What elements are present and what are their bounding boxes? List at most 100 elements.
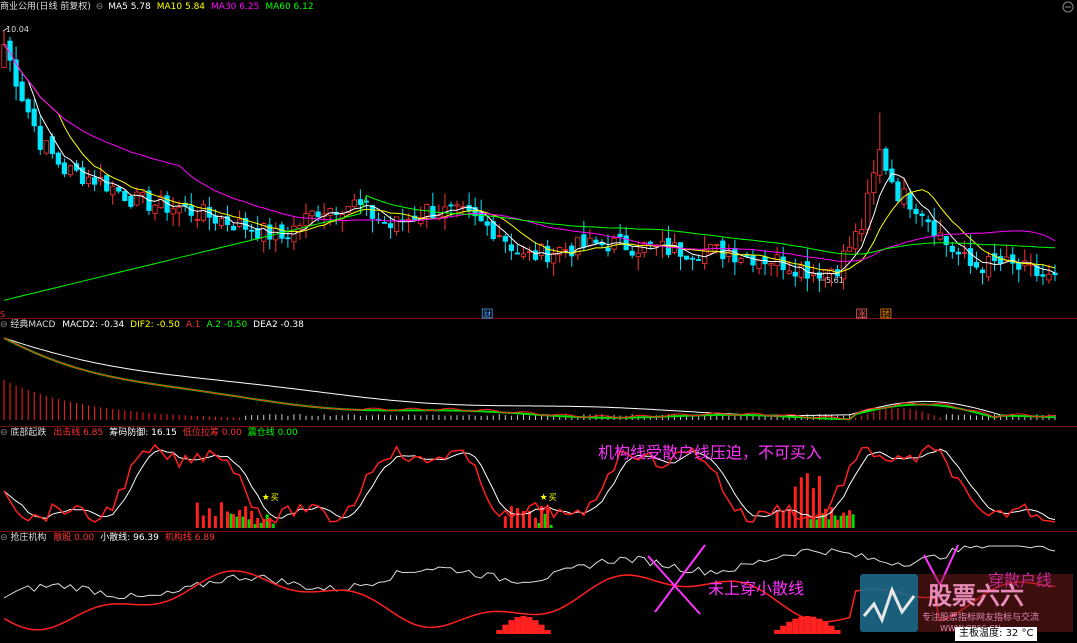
candle-body: [140, 192, 146, 196]
bottom-red-bar: [244, 506, 248, 528]
watermark-slogan: 专注股票指标网友指标与交流: [922, 611, 1039, 623]
candle-body: [949, 245, 955, 252]
candle-body: [309, 210, 315, 217]
chip-red-bar: [828, 625, 835, 634]
candle-body: [744, 254, 750, 257]
candle-body: [563, 249, 569, 251]
bottom-red-bar: [805, 473, 809, 528]
candle-body: [67, 165, 74, 176]
candle-body: [689, 257, 696, 260]
candle-body: [514, 252, 521, 255]
candle-body: [194, 218, 200, 221]
candle-body: [448, 204, 454, 207]
candle-body: [907, 192, 913, 210]
candle-body: [387, 223, 394, 229]
candle-body: [285, 237, 291, 240]
candle-body: [152, 204, 158, 214]
candle-body: [122, 190, 128, 202]
marker-label: 转: [882, 309, 890, 319]
bottom-red-bar: [503, 516, 507, 528]
maximize-icon[interactable]: [1062, 1, 1074, 13]
candle-body: [720, 240, 726, 260]
bottom-red-bar: [787, 509, 791, 528]
stock-chart-window: 商业公用(日线 前复权) ⊖ MA5 5.78 MA10 5.84 MA30 6.2…: [0, 0, 1077, 643]
bottom-white-line: [3, 448, 1056, 521]
marker-label: 涨: [858, 309, 866, 319]
bottom-red-bar: [534, 517, 538, 528]
candle-body: [357, 199, 363, 205]
cross-mark: [647, 544, 706, 615]
candle-body: [19, 81, 25, 102]
chip-red-bar: [526, 617, 533, 634]
candle-body: [696, 259, 702, 261]
bottom-red-bar: [250, 510, 254, 528]
watermark: 股票六六 专注股票指标网友指标与交流 WWW.GP66.CN: [860, 574, 1073, 633]
bottom-red-bar: [793, 486, 797, 528]
candle-body: [895, 181, 901, 202]
marker-label: S: [0, 310, 5, 319]
candle-body: [853, 231, 859, 250]
candle-body: [85, 176, 92, 185]
chip-red-bar: [774, 630, 781, 634]
macd-layer: [3, 337, 1056, 421]
bottom-red-bar: [848, 510, 852, 528]
candle-body: [1040, 274, 1046, 277]
candle-body: [381, 221, 388, 224]
bottom-red-bar: [238, 509, 242, 528]
buy-label: 买: [549, 493, 557, 502]
candle-body: [394, 216, 400, 233]
chip-red-bar: [786, 621, 793, 634]
chip-red-bar: [532, 620, 539, 634]
bottom-red-bar: [817, 476, 821, 528]
chip-red-bar: [508, 620, 515, 634]
candle-body: [569, 245, 575, 257]
candle-body: [750, 255, 756, 266]
candle-body: [877, 149, 883, 176]
candle-body: [955, 251, 961, 255]
bottom-green-bar: [271, 523, 275, 528]
candle-body: [859, 229, 865, 235]
candle-body: [134, 191, 140, 206]
candle-body: [925, 219, 931, 223]
candle-body: [677, 242, 684, 257]
candle-body: [635, 252, 641, 257]
bottom-green-bar: [851, 514, 855, 528]
ma30-line: [3, 44, 1056, 262]
bottom-red-bar: [195, 502, 199, 528]
candle-body: [865, 192, 871, 230]
bottom-red-bar: [256, 518, 260, 528]
temp-label: 主板温度:: [959, 628, 1003, 639]
candle-body: [810, 273, 816, 276]
candle-body: [883, 148, 889, 171]
chip-red-bar: [514, 617, 521, 634]
candle-body: [913, 208, 919, 215]
candle-body: [110, 185, 116, 196]
candle-body: [768, 263, 774, 266]
candle-body: [931, 220, 937, 237]
candle-body: [871, 172, 877, 193]
bottom-red-bar: [207, 508, 211, 528]
candle-body: [55, 152, 61, 165]
chart-canvas[interactable]: S财涨转 ★ 买 ★ 买 10.04 5.61 机构线受散户线压迫，不可买入 未上穿小…: [0, 0, 1077, 643]
candle-body: [61, 162, 68, 175]
candle-body: [279, 224, 285, 239]
bottom-red-bar: [811, 488, 815, 528]
candle-body: [623, 235, 629, 251]
high-price-label: 10.04: [6, 25, 29, 34]
chip-red-bar: [502, 624, 509, 634]
candle-body: [315, 211, 321, 217]
bottom-red-bar: [775, 511, 779, 528]
chip-red-bar: [822, 621, 829, 634]
candle-body: [1016, 262, 1022, 270]
bottom-red-bar: [842, 512, 846, 528]
candle-body: [37, 125, 43, 150]
chip-red-bar: [798, 616, 805, 634]
candle-body: [919, 213, 925, 216]
candle-body: [128, 196, 134, 207]
candle-body: [985, 256, 992, 278]
dif-line: [3, 337, 1056, 421]
candle-body: [714, 244, 720, 246]
candle-body: [756, 259, 762, 269]
buy-star-icon: ★: [540, 493, 548, 503]
candle-body: [587, 237, 593, 246]
